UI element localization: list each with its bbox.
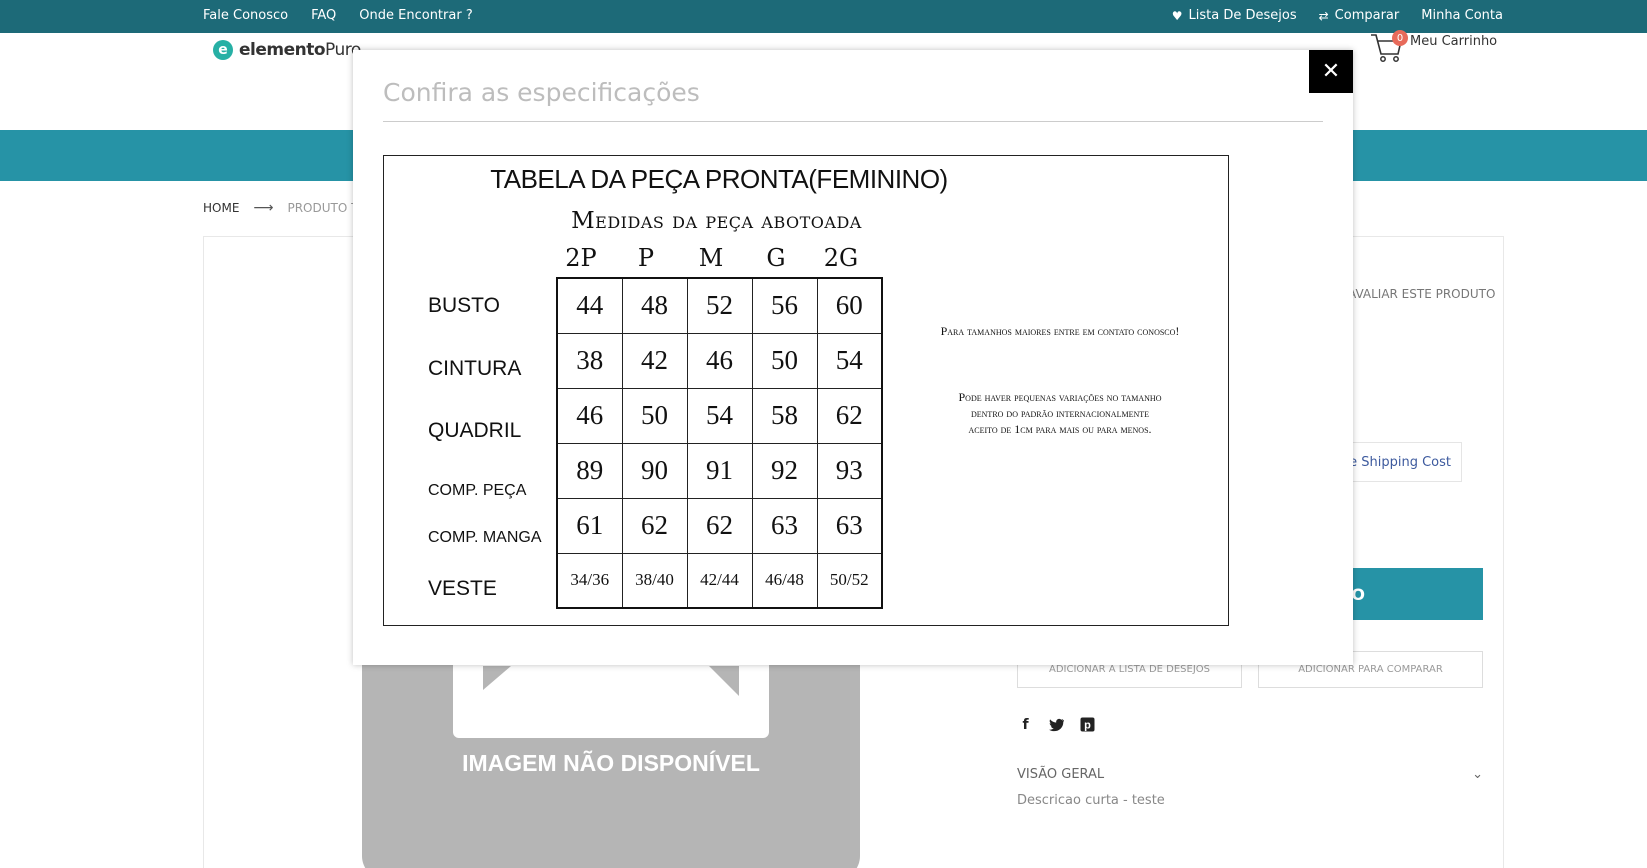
table-row: 34/36 38/40 42/44 46/48 50/52: [556, 552, 883, 609]
table-cell: 50/52: [816, 552, 883, 609]
table-cell: 63: [751, 497, 818, 554]
table-row: 61 62 62 63 63: [556, 497, 883, 554]
size-chart-title: TABELA DA PEÇA PRONTA(FEMININO): [490, 164, 948, 194]
table-cell: 46/48: [751, 552, 818, 609]
table-row: 89 90 91 92 93: [556, 442, 883, 499]
table-cell: 50: [751, 332, 818, 389]
spec-modal: Confira as especificações TABELA DA PEÇA…: [353, 50, 1353, 665]
table-cell: 54: [816, 332, 883, 389]
close-button[interactable]: ✕: [1309, 50, 1353, 93]
table-cell: 93: [816, 442, 883, 499]
size-note-variation-3: aceito de 1cm para mais ou para menos.: [968, 422, 1152, 436]
row-label: BUSTO: [428, 294, 500, 317]
row-label: CINTURA: [428, 357, 522, 380]
table-cell: 38/40: [621, 552, 688, 609]
table-cell: 44: [556, 277, 623, 334]
size-note-variation-2: dentro do padrão internacionalmente: [970, 406, 1150, 420]
table-cell: 62: [621, 497, 688, 554]
size-header: G: [766, 244, 786, 272]
table-cell: 92: [751, 442, 818, 499]
table-cell: 54: [686, 387, 753, 444]
row-label: COMP. MANGA: [428, 529, 542, 546]
table-cell: 62: [816, 387, 883, 444]
table-cell: 63: [816, 497, 883, 554]
row-label: VESTE: [428, 577, 497, 600]
table-cell: 60: [816, 277, 883, 334]
table-cell: 90: [621, 442, 688, 499]
size-chart-subtitle: Medidas da peça abotoada: [571, 208, 862, 234]
table-cell: 42/44: [686, 552, 753, 609]
row-label: QUADRIL: [428, 419, 522, 442]
table-cell: 58: [751, 387, 818, 444]
size-header: 2G: [823, 244, 859, 272]
table-cell: 42: [621, 332, 688, 389]
size-table: 44 48 52 56 60 38 42 46 50 54 46 50 54 5…: [556, 277, 883, 609]
table-cell: 91: [686, 442, 753, 499]
row-label: COMP. PEÇA: [428, 482, 527, 499]
close-icon: ✕: [1321, 59, 1341, 84]
table-cell: 38: [556, 332, 623, 389]
table-row: 44 48 52 56 60: [556, 277, 883, 334]
table-cell: 50: [621, 387, 688, 444]
table-cell: 89: [556, 442, 623, 499]
table-cell: 61: [556, 497, 623, 554]
modal-divider: [383, 121, 1323, 122]
size-note-variation-1: Pode haver pequenas variações no tamanho: [958, 390, 1162, 404]
table-cell: 48: [621, 277, 688, 334]
modal-title: Confira as especificações: [383, 78, 700, 107]
size-header: M: [698, 244, 724, 272]
table-cell: 46: [556, 387, 623, 444]
size-chart-image: TABELA DA PEÇA PRONTA(FEMININO) Medidas …: [383, 155, 1229, 626]
table-cell: 46: [686, 332, 753, 389]
table-cell: 52: [686, 277, 753, 334]
table-row: 38 42 46 50 54: [556, 332, 883, 389]
table-row: 46 50 54 58 62: [556, 387, 883, 444]
size-header: P: [637, 244, 655, 272]
table-cell: 56: [751, 277, 818, 334]
table-cell: 62: [686, 497, 753, 554]
size-header: 2P: [565, 244, 597, 272]
table-cell: 34/36: [556, 552, 623, 609]
size-note-larger: Para tamanhos maiores entre em contato c…: [940, 324, 1180, 338]
